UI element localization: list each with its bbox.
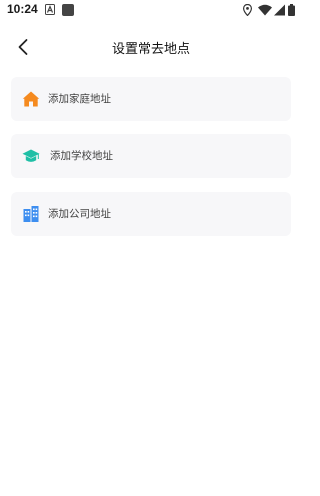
add-company-address-label: 添加公司地址 xyxy=(48,208,111,220)
home-icon xyxy=(22,91,40,107)
add-home-address-card[interactable]: 添加家庭地址 xyxy=(11,77,291,121)
office-building-icon xyxy=(23,206,39,222)
add-home-address-label: 添加家庭地址 xyxy=(48,93,111,105)
add-company-address-card[interactable]: 添加公司地址 xyxy=(11,192,291,236)
notification-a-icon xyxy=(45,4,55,15)
notification-square-icon xyxy=(62,4,74,16)
battery-icon xyxy=(288,4,295,16)
status-time: 10:24 xyxy=(7,2,38,16)
wifi-icon xyxy=(258,4,272,16)
add-school-address-card[interactable]: 添加学校地址 xyxy=(11,134,291,178)
header: 设置常去地点 xyxy=(0,30,302,64)
graduation-cap-icon xyxy=(22,149,40,162)
status-bar: 10:24 xyxy=(0,0,302,22)
signal-icon xyxy=(274,4,285,16)
location-icon xyxy=(243,4,252,16)
page-title: 设置常去地点 xyxy=(111,42,190,57)
add-school-address-label: 添加学校地址 xyxy=(50,150,113,162)
